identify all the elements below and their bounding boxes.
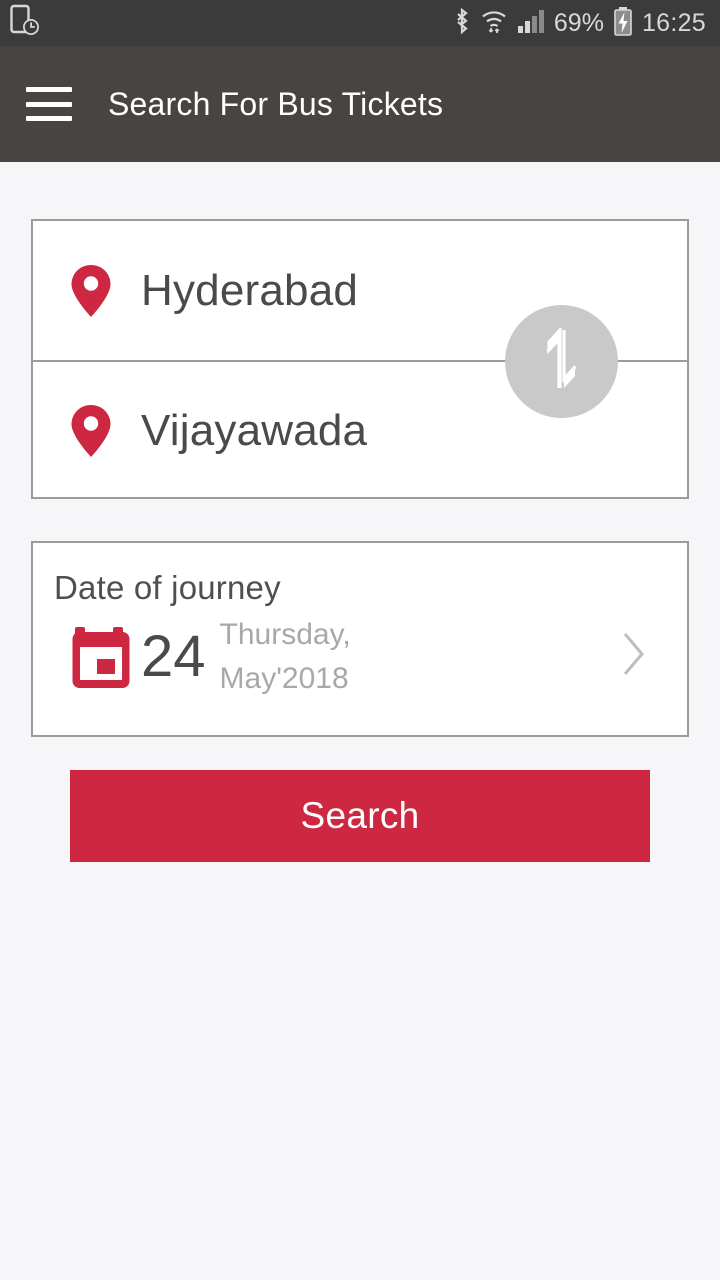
chevron-right-icon[interactable] — [621, 631, 647, 677]
journey-date-text: Thursday, May'2018 — [220, 613, 351, 702]
app-root: 69% 16:25 Search For Bus Tickets Hyderab… — [0, 0, 720, 1280]
wifi-icon — [480, 7, 508, 40]
status-bar: 69% 16:25 — [0, 0, 720, 46]
location-pin-icon — [69, 263, 113, 319]
hamburger-menu-icon[interactable] — [26, 87, 72, 121]
date-of-journey-label: Date of journey — [54, 569, 281, 606]
battery-percent-label: 69% — [553, 8, 604, 37]
swap-cities-button[interactable] — [505, 305, 618, 418]
journey-month-year: May'2018 — [219, 662, 349, 696]
swap-vertical-arrows-icon — [536, 325, 588, 395]
status-bar-left — [0, 4, 40, 43]
location-pin-icon — [69, 403, 113, 459]
battery-charging-icon — [613, 6, 633, 41]
bluetooth-icon — [453, 7, 471, 40]
signal-icon — [517, 8, 545, 39]
date-of-journey-card[interactable]: Date of journey 24 Thursday, May'2018 — [31, 541, 689, 737]
source-city-value: Hyderabad — [141, 265, 359, 315]
search-button[interactable]: Search — [70, 770, 650, 862]
phone-clock-icon — [10, 4, 40, 43]
journey-weekday: Thursday, — [219, 618, 351, 651]
calendar-icon — [71, 623, 139, 691]
clock-label: 16:25 — [641, 8, 706, 37]
date-row: 24 Thursday, May'2018 — [33, 607, 687, 702]
destination-city-value: Vijayawada — [141, 405, 368, 455]
status-bar-right: 69% 16:25 — [453, 6, 720, 41]
app-bar: Search For Bus Tickets — [0, 46, 720, 162]
page-title: Search For Bus Tickets — [108, 85, 444, 122]
journey-day-number: 24 — [141, 624, 206, 690]
